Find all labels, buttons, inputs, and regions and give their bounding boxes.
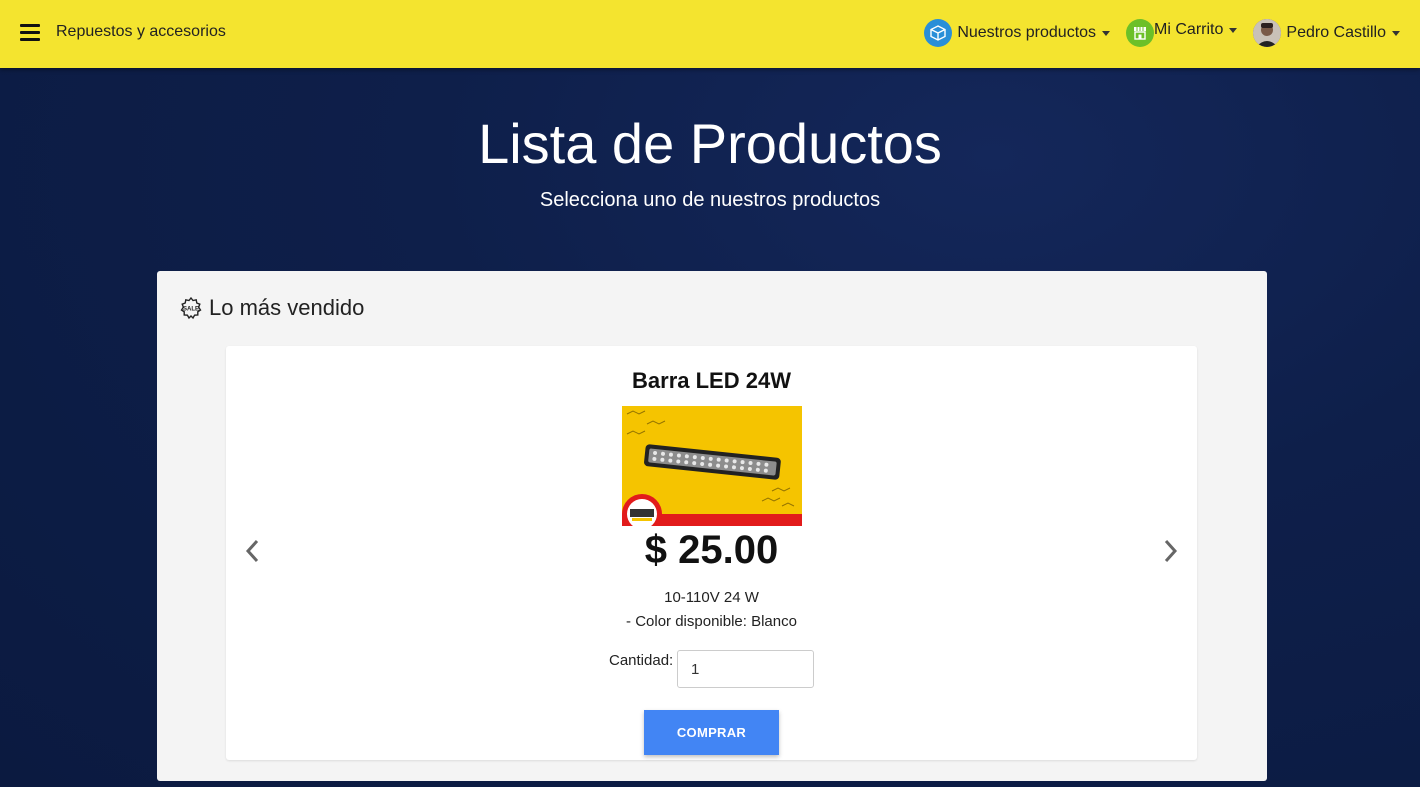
product-image (622, 406, 802, 526)
sale-tag-icon: SALE (180, 296, 202, 320)
chevron-down-icon (1392, 30, 1400, 36)
page-subtitle: Selecciona uno de nuestros productos (539, 189, 881, 211)
chevron-down-icon (1102, 30, 1111, 36)
bestsellers-panel: SALE Lo más vendido Barra LED 24W $ 25.0… (157, 271, 1267, 781)
top-navbar: Repuestos y accesorios Nuestros producto… (0, 0, 1420, 68)
product-price: $ 25.00 (644, 528, 779, 572)
nav-user-dropdown[interactable]: Pedro Castillo (1253, 19, 1400, 47)
section-title: Lo más vendido (209, 295, 365, 320)
section-header: SALE Lo más vendido (179, 295, 364, 321)
menu-icon[interactable] (20, 24, 40, 42)
brand-title[interactable]: Repuestos y accesorios (56, 23, 226, 41)
product-color: - Color disponible: Blanco (626, 613, 797, 630)
avatar (1253, 19, 1282, 47)
quantity-label: Cantidad: (609, 652, 674, 669)
product-carousel: Barra LED 24W $ 25.00 10-110V 24 W - Col… (226, 346, 1197, 760)
store-icon (1126, 19, 1155, 47)
product-name: Barra LED 24W (632, 368, 791, 393)
buy-button[interactable]: COMPRAR (644, 710, 779, 755)
nav-cart-dropdown[interactable]: Mi Carrito (1126, 19, 1238, 47)
product-spec: 10-110V 24 W (664, 589, 759, 606)
nav-products-label: Nuestros productos (957, 24, 1097, 41)
chevron-down-icon (1229, 27, 1238, 33)
nav-products-dropdown[interactable]: Nuestros productos (924, 19, 1111, 47)
box-icon (924, 19, 953, 47)
nav-user-label: Pedro Castillo (1286, 24, 1386, 41)
nav-right: Nuestros productos Mi Carrito Pedro Cast… (924, 16, 1400, 50)
page-title: Lista de Productos (478, 112, 942, 175)
quantity-input[interactable] (677, 650, 814, 688)
nav-cart-label: Mi Carrito (1154, 21, 1224, 38)
svg-text:SALE: SALE (183, 307, 199, 313)
